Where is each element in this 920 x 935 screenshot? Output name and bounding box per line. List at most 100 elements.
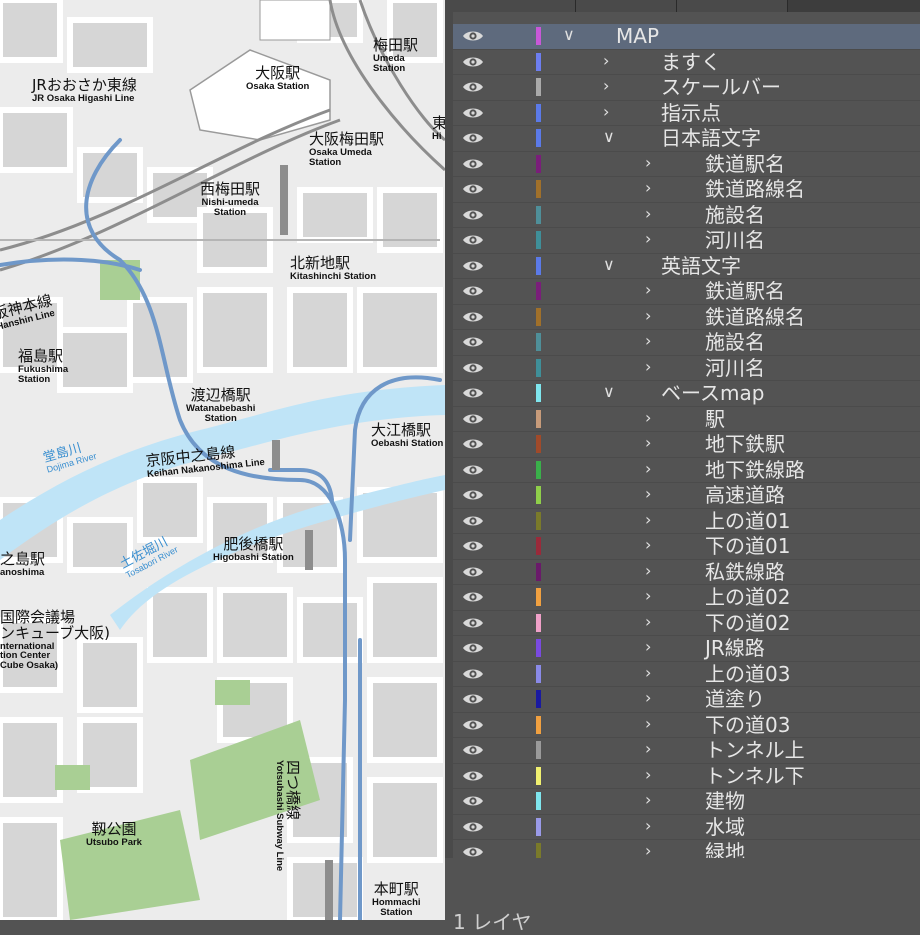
layer-row[interactable]: › 下の道01 bbox=[453, 534, 920, 560]
chevron-down-icon[interactable]: ∨ bbox=[603, 384, 617, 400]
visibility-eye-icon[interactable] bbox=[462, 283, 484, 299]
layer-row[interactable]: › 道塗り bbox=[453, 687, 920, 713]
visibility-eye-icon[interactable] bbox=[462, 385, 484, 401]
layer-row[interactable]: › 地下鉄駅 bbox=[453, 432, 920, 458]
chevron-right-icon[interactable]: › bbox=[645, 843, 659, 859]
layer-row[interactable]: › 鉄道駅名 bbox=[453, 279, 920, 305]
layer-row[interactable]: › 下の道02 bbox=[453, 611, 920, 636]
visibility-eye-icon[interactable] bbox=[462, 334, 484, 350]
chevron-right-icon[interactable]: › bbox=[645, 282, 659, 298]
chevron-right-icon[interactable]: › bbox=[645, 333, 659, 349]
visibility-eye-icon[interactable] bbox=[462, 793, 484, 809]
visibility-eye-icon[interactable] bbox=[462, 564, 484, 580]
layer-row[interactable]: › 上の道01 bbox=[453, 509, 920, 534]
visibility-eye-icon[interactable] bbox=[462, 79, 484, 95]
visibility-eye-icon[interactable] bbox=[462, 640, 484, 656]
chevron-right-icon[interactable]: › bbox=[645, 690, 659, 706]
layer-row[interactable]: ∨ ベースmap bbox=[453, 381, 920, 407]
visibility-eye-icon[interactable] bbox=[462, 232, 484, 248]
layer-row[interactable]: › 高速道路 bbox=[453, 483, 920, 509]
visibility-eye-icon[interactable] bbox=[462, 156, 484, 172]
visibility-eye-icon[interactable] bbox=[462, 462, 484, 478]
chevron-right-icon[interactable]: › bbox=[645, 588, 659, 604]
visibility-eye-icon[interactable] bbox=[462, 360, 484, 376]
visibility-eye-icon[interactable] bbox=[462, 181, 484, 197]
chevron-right-icon[interactable]: › bbox=[603, 103, 617, 120]
visibility-eye-icon[interactable] bbox=[462, 130, 484, 146]
chevron-right-icon[interactable]: › bbox=[645, 409, 659, 426]
layer-row[interactable]: › 河川名 bbox=[453, 356, 920, 381]
chevron-right-icon[interactable]: › bbox=[645, 180, 659, 196]
panel-tab[interactable] bbox=[576, 0, 677, 12]
chevron-right-icon[interactable]: › bbox=[645, 231, 659, 247]
layer-row[interactable]: › 施設名 bbox=[453, 330, 920, 356]
visibility-eye-icon[interactable] bbox=[462, 105, 484, 121]
layer-row[interactable]: › JR線路 bbox=[453, 636, 920, 662]
layer-row[interactable]: › トンネル下 bbox=[453, 764, 920, 789]
chevron-down-icon[interactable]: ∨ bbox=[603, 256, 617, 273]
chevron-right-icon[interactable]: › bbox=[603, 52, 617, 69]
visibility-eye-icon[interactable] bbox=[462, 615, 484, 631]
panel-tab[interactable] bbox=[677, 0, 788, 12]
visibility-eye-icon[interactable] bbox=[462, 538, 484, 554]
visibility-eye-icon[interactable] bbox=[462, 513, 484, 529]
layer-row[interactable]: › ますく bbox=[453, 50, 920, 75]
chevron-right-icon[interactable]: › bbox=[645, 537, 659, 553]
layer-row[interactable]: ∨ MAP bbox=[453, 24, 920, 50]
layer-row[interactable]: ∨ 英語文字 bbox=[453, 254, 920, 279]
layer-row[interactable]: › 建物 bbox=[453, 789, 920, 815]
chevron-right-icon[interactable]: › bbox=[645, 792, 659, 808]
chevron-right-icon[interactable]: › bbox=[645, 664, 659, 681]
visibility-eye-icon[interactable] bbox=[462, 54, 484, 70]
visibility-eye-icon[interactable] bbox=[462, 487, 484, 503]
chevron-right-icon[interactable]: › bbox=[645, 435, 659, 451]
visibility-eye-icon[interactable] bbox=[462, 309, 484, 325]
visibility-eye-icon[interactable] bbox=[462, 589, 484, 605]
chevron-right-icon[interactable]: › bbox=[645, 154, 659, 171]
chevron-right-icon[interactable]: › bbox=[645, 639, 659, 655]
chevron-right-icon[interactable]: › bbox=[645, 562, 659, 579]
chevron-right-icon[interactable]: › bbox=[645, 766, 659, 783]
map-canvas[interactable]: 梅田駅 Umeda Station 大阪駅 Osaka Station 大阪梅田… bbox=[0, 0, 445, 920]
chevron-right-icon[interactable]: › bbox=[645, 715, 659, 732]
visibility-eye-icon[interactable] bbox=[462, 207, 484, 223]
layer-row[interactable]: › 鉄道駅名 bbox=[453, 152, 920, 177]
chevron-down-icon[interactable]: ∨ bbox=[603, 129, 617, 145]
chevron-right-icon[interactable]: › bbox=[645, 613, 659, 630]
layer-row[interactable]: › 鉄道路線名 bbox=[453, 177, 920, 203]
layer-row[interactable]: › 河川名 bbox=[453, 228, 920, 254]
visibility-eye-icon[interactable] bbox=[462, 411, 484, 427]
chevron-right-icon[interactable]: › bbox=[645, 358, 659, 375]
layer-row[interactable]: › 指示点 bbox=[453, 101, 920, 126]
layer-row[interactable]: › スケールバー bbox=[453, 75, 920, 101]
visibility-eye-icon[interactable] bbox=[462, 436, 484, 452]
layer-row[interactable]: › 鉄道路線名 bbox=[453, 305, 920, 330]
visibility-eye-icon[interactable] bbox=[462, 28, 484, 44]
chevron-right-icon[interactable]: › bbox=[645, 307, 659, 324]
visibility-eye-icon[interactable] bbox=[462, 768, 484, 784]
visibility-eye-icon[interactable] bbox=[462, 666, 484, 682]
layer-row[interactable]: › 上の道02 bbox=[453, 585, 920, 611]
panel-tab[interactable] bbox=[445, 0, 576, 12]
chevron-right-icon[interactable]: › bbox=[645, 205, 659, 222]
visibility-eye-icon[interactable] bbox=[462, 258, 484, 274]
visibility-eye-icon[interactable] bbox=[462, 742, 484, 758]
chevron-down-icon[interactable]: ∨ bbox=[563, 27, 577, 43]
layer-row[interactable]: › 下の道03 bbox=[453, 713, 920, 738]
visibility-eye-icon[interactable] bbox=[462, 717, 484, 733]
chevron-right-icon[interactable]: › bbox=[603, 78, 617, 94]
layer-row[interactable]: › 私鉄線路 bbox=[453, 560, 920, 585]
chevron-right-icon[interactable]: › bbox=[645, 741, 659, 757]
layer-row[interactable]: › 駅 bbox=[453, 407, 920, 432]
chevron-right-icon[interactable]: › bbox=[645, 486, 659, 502]
chevron-right-icon[interactable]: › bbox=[645, 511, 659, 528]
layer-row[interactable]: › 施設名 bbox=[453, 203, 920, 228]
chevron-right-icon[interactable]: › bbox=[645, 460, 659, 477]
chevron-right-icon[interactable]: › bbox=[645, 817, 659, 834]
visibility-eye-icon[interactable] bbox=[462, 691, 484, 707]
layer-row[interactable]: › 地下鉄線路 bbox=[453, 458, 920, 483]
layer-row[interactable]: › 上の道03 bbox=[453, 662, 920, 687]
layer-row[interactable]: › 水域 bbox=[453, 815, 920, 840]
layer-row[interactable]: › トンネル上 bbox=[453, 738, 920, 764]
layer-row[interactable]: ∨ 日本語文字 bbox=[453, 126, 920, 152]
